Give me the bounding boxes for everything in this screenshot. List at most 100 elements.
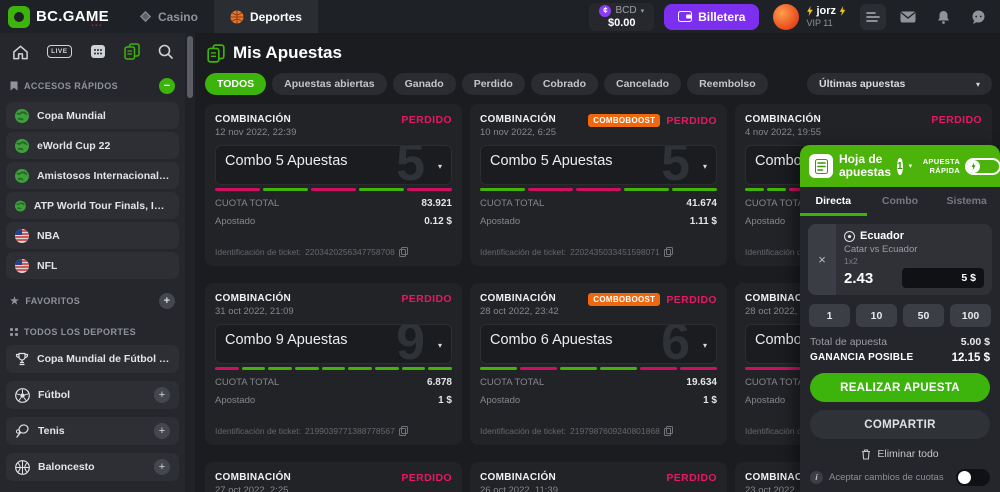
tab-sistema[interactable]: Sistema bbox=[933, 187, 1000, 216]
live-icon: LIVE bbox=[47, 45, 71, 58]
bet-card: COMBINACIÓN 31 oct 2022, 21:09 PERDIDO C… bbox=[205, 283, 462, 445]
live-button[interactable]: LIVE bbox=[47, 45, 71, 58]
clear-all-button[interactable]: Eliminar todo bbox=[800, 448, 1000, 460]
calendar-button[interactable] bbox=[90, 44, 106, 59]
status-badge: PERDIDO bbox=[666, 115, 717, 127]
filter-ganado[interactable]: Ganado bbox=[393, 73, 456, 95]
tab-directa[interactable]: Directa bbox=[800, 187, 867, 216]
place-bet-button[interactable]: REALIZAR APUESTA bbox=[810, 373, 990, 402]
filter-reembolso[interactable]: Reembolso bbox=[687, 73, 768, 95]
sidebar-item-label: Tenis bbox=[38, 425, 146, 437]
copy-icon[interactable] bbox=[664, 426, 673, 436]
search-button[interactable] bbox=[158, 44, 173, 59]
filter-apuestas-abiertas[interactable]: Apuestas abiertas bbox=[272, 73, 386, 95]
mail-icon bbox=[900, 11, 916, 23]
tab-deportes[interactable]: Deportes bbox=[214, 0, 318, 33]
basketball-outline-icon bbox=[15, 460, 30, 475]
wallet-button[interactable]: Billetera bbox=[664, 4, 759, 30]
stake-10-button[interactable]: 10 bbox=[856, 304, 897, 327]
filter-perdido[interactable]: Perdido bbox=[462, 73, 525, 95]
chat-button[interactable] bbox=[965, 4, 991, 30]
all-sports-header: TODOS LOS DEPORTES bbox=[6, 319, 179, 345]
bets-list-button[interactable] bbox=[860, 4, 886, 30]
copy-icon[interactable] bbox=[399, 247, 408, 257]
collapse-quick-access-button[interactable]: − bbox=[159, 78, 175, 94]
globe-icon bbox=[15, 169, 29, 183]
betslip-tabs: Directa Combo Sistema bbox=[800, 187, 1000, 216]
bolt-icon bbox=[839, 6, 846, 16]
page: BC.GAME••• Casino Deportes ¢ BCD ▾ $0.00… bbox=[0, 0, 1000, 492]
legs-progress bbox=[215, 188, 452, 191]
home-button[interactable] bbox=[12, 44, 29, 60]
sidebar-item-nba[interactable]: NBA bbox=[6, 222, 179, 249]
combo-expander[interactable]: Combo 5 Apuestas 5 ▾ bbox=[215, 145, 452, 185]
sidebar-item-nfl[interactable]: NFL bbox=[6, 252, 179, 279]
avatar[interactable] bbox=[773, 4, 799, 30]
globe-icon bbox=[15, 199, 26, 213]
sidebar-item-futbol[interactable]: Fútbol + bbox=[6, 381, 179, 409]
list-icon bbox=[866, 11, 880, 23]
username: jorz bbox=[816, 5, 836, 17]
notifications-button[interactable] bbox=[930, 4, 956, 30]
stake-input[interactable] bbox=[902, 268, 984, 288]
stake-1-button[interactable]: 1 bbox=[809, 304, 850, 327]
logo-text: BC.GAME••• bbox=[36, 8, 109, 25]
sidebar-scrollbar[interactable] bbox=[185, 33, 195, 492]
remove-selection-button[interactable]: × bbox=[808, 224, 836, 295]
expand-baloncesto-button[interactable]: + bbox=[154, 459, 170, 475]
chevron-down-icon: ▾ bbox=[703, 341, 707, 350]
status-badge: PERDIDO bbox=[401, 293, 452, 305]
messages-button[interactable] bbox=[895, 4, 921, 30]
betslip-selection: × Ecuador Catar vs Ecuador 1x2 2.43 bbox=[808, 224, 992, 295]
page-title: Mis Apuestas bbox=[233, 43, 342, 63]
filter-cobrado[interactable]: Cobrado bbox=[531, 73, 598, 95]
sidebar-item-amistosos[interactable]: Amistosos Internacionales bbox=[6, 162, 179, 189]
quick-access-header: ACCESOS RÁPIDOS − bbox=[6, 70, 179, 102]
vip-level: VIP 11 bbox=[806, 18, 846, 28]
filter-cancelado[interactable]: Cancelado bbox=[604, 73, 681, 95]
sidebar-item-atp-finals[interactable]: ATP World Tour Finals, Indiv. Masc. bbox=[6, 192, 179, 219]
tab-casino[interactable]: Casino bbox=[123, 0, 214, 33]
bcgame-logo-icon bbox=[8, 6, 30, 28]
sort-dropdown[interactable]: Últimas apuestas ▾ bbox=[807, 73, 992, 95]
sidebar-item-copa-mundial[interactable]: Copa Mundial bbox=[6, 102, 179, 129]
chevron-down-icon[interactable]: ▾ bbox=[909, 162, 913, 170]
us-flag-icon bbox=[15, 229, 29, 243]
favorites-header: ★ FAVORITOS + bbox=[6, 285, 179, 317]
my-bets-button[interactable] bbox=[124, 43, 140, 60]
status-badge: PERDIDO bbox=[931, 114, 982, 126]
soccer-icon bbox=[15, 388, 30, 403]
add-favorite-button[interactable]: + bbox=[159, 293, 175, 309]
selection-match: Catar vs Ecuador bbox=[844, 244, 984, 255]
tab-combo[interactable]: Combo bbox=[867, 187, 934, 216]
sidebar-item-eworld-cup[interactable]: eWorld Cup 22 bbox=[6, 132, 179, 159]
currency-selector[interactable]: ¢ BCD ▾ $0.00 bbox=[589, 3, 654, 31]
expand-tenis-button[interactable]: + bbox=[154, 423, 170, 439]
expand-futbol-button[interactable]: + bbox=[154, 387, 170, 403]
ticket-id: Identificación de ticket:219798760924080… bbox=[480, 426, 717, 436]
combo-expander[interactable]: Combo 5 Apuestas 5 ▾ bbox=[480, 145, 717, 185]
stake-100-button[interactable]: 100 bbox=[950, 304, 991, 327]
stake-50-button[interactable]: 50 bbox=[903, 304, 944, 327]
betslip-title: Hoja de apuestas bbox=[839, 153, 891, 179]
logo[interactable]: BC.GAME••• bbox=[0, 6, 123, 28]
legs-progress bbox=[480, 367, 717, 370]
sidebar-item-tenis[interactable]: Tenis + bbox=[6, 417, 179, 445]
scrollbar-thumb[interactable] bbox=[187, 36, 193, 98]
copy-icon[interactable] bbox=[399, 426, 408, 436]
chevron-down-icon: ▾ bbox=[703, 162, 707, 171]
betslip-count-badge[interactable]: 1 bbox=[897, 158, 903, 175]
possible-win-row: GANANCIA POSIBLE 12.15 $ bbox=[810, 352, 990, 364]
filter-todos[interactable]: TODOS bbox=[205, 73, 266, 95]
combo-expander[interactable]: Combo 6 Apuestas 6 ▾ bbox=[480, 324, 717, 364]
accept-odds-toggle[interactable] bbox=[956, 469, 990, 486]
copy-icon[interactable] bbox=[664, 247, 673, 257]
sidebar-item-label: Copa Mundial bbox=[37, 110, 106, 122]
share-button[interactable]: COMPARTIR bbox=[810, 410, 990, 439]
sidebar-item-copa-mundial-2022[interactable]: Copa Mundial de Fútbol de 2022 bbox=[6, 345, 179, 373]
sidebar-item-baloncesto[interactable]: Baloncesto + bbox=[6, 453, 179, 481]
quick-bet-toggle[interactable] bbox=[965, 158, 1000, 175]
combo-expander[interactable]: Combo 9 Apuestas 9 ▾ bbox=[215, 324, 452, 364]
bet-card: COMBINACIÓN 12 nov 2022, 22:39 COMBOBOOS… bbox=[205, 104, 462, 266]
user-menu[interactable]: jorz VIP 11 bbox=[806, 5, 846, 28]
